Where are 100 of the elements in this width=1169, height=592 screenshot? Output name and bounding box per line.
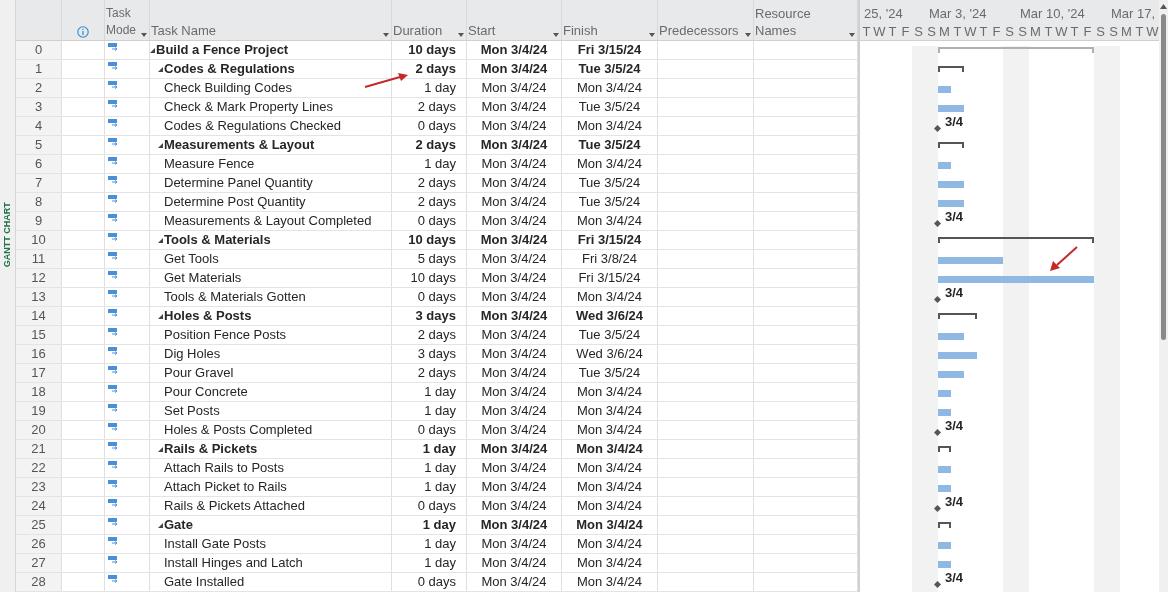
day-label: S xyxy=(1017,23,1028,41)
collapse-icon[interactable] xyxy=(158,446,163,452)
task-mode-icon xyxy=(108,423,119,431)
table-cell-text: 1 day xyxy=(424,459,456,478)
milestone-label: 3/4 xyxy=(945,418,964,433)
task-mode-icon xyxy=(108,62,119,70)
day-label: W xyxy=(1055,23,1068,41)
table-cell-text: Mon 3/4/24 xyxy=(576,117,642,136)
table-cell-text: Mon 3/4/24 xyxy=(481,478,547,497)
table-cell-text: Tue 3/5/24 xyxy=(578,60,641,79)
task-bar[interactable] xyxy=(938,105,964,112)
dropdown-icon xyxy=(383,33,389,37)
table-cell-text: 2 days xyxy=(417,98,456,117)
milestone-label: 3/4 xyxy=(945,570,964,585)
task-mode-icon xyxy=(108,385,119,393)
project-summary-bar[interactable] xyxy=(938,47,1094,53)
table-cell-text: Fri 3/15/24 xyxy=(577,231,642,250)
column-header[interactable]: Task Name xyxy=(151,22,227,39)
info-icon xyxy=(77,26,89,38)
table-cell-text: Mon 3/4/24 xyxy=(480,516,548,535)
task-bar[interactable] xyxy=(938,181,964,188)
task-mode-icon xyxy=(108,100,119,108)
view-label: GANTT CHART xyxy=(1,201,14,270)
day-label: S xyxy=(926,23,937,41)
day-label: M xyxy=(938,23,951,41)
task-bar[interactable] xyxy=(938,276,1094,283)
task-name: Pour Concrete xyxy=(164,383,248,402)
collapse-icon[interactable] xyxy=(150,47,155,53)
table-cell-text: 10 days xyxy=(408,231,456,250)
scrollbar-thumb[interactable] xyxy=(1161,14,1166,340)
task-bar[interactable] xyxy=(938,409,951,416)
table-cell-text: 10 days xyxy=(410,269,456,288)
day-label: F xyxy=(900,23,911,41)
task-mode-icon xyxy=(108,347,119,355)
summary-bar[interactable] xyxy=(938,522,951,528)
week-label: Mar 17, xyxy=(1111,5,1156,23)
table-cell-text: Mon 3/4/24 xyxy=(481,174,547,193)
day-label: S xyxy=(1108,23,1119,41)
day-label: S xyxy=(913,23,924,41)
summary-bar[interactable] xyxy=(938,446,951,452)
table-cell-text: 0 days xyxy=(417,288,456,307)
task-mode-icon xyxy=(108,119,119,127)
table-cell-text: Fri 3/15/24 xyxy=(577,41,642,60)
column-header[interactable]: Task Mode xyxy=(106,5,148,39)
task-name: Tools & Materials Gotten xyxy=(164,288,306,307)
task-bar[interactable] xyxy=(938,162,951,169)
task-name: Dig Holes xyxy=(164,345,221,364)
dropdown-icon xyxy=(745,33,751,37)
table-cell-text: Tue 3/5/24 xyxy=(578,174,641,193)
column-header[interactable]: Duration xyxy=(393,22,453,39)
task-bar[interactable] xyxy=(938,390,951,397)
table-cell-text: Tue 3/5/24 xyxy=(578,136,641,155)
table-cell-text: Mon 3/4/24 xyxy=(576,459,642,478)
task-bar[interactable] xyxy=(938,333,964,340)
task-mode-icon xyxy=(108,442,119,450)
day-label: T xyxy=(861,23,872,41)
task-bar[interactable] xyxy=(938,200,964,207)
task-bar[interactable] xyxy=(938,542,951,549)
column-header[interactable]: Finish xyxy=(563,22,608,39)
table-cell-text: Mon 3/4/24 xyxy=(481,345,547,364)
summary-bar[interactable] xyxy=(938,313,977,319)
task-bar[interactable] xyxy=(938,352,977,359)
column-header[interactable]: Resource Names xyxy=(755,5,856,39)
milestone-label: 3/4 xyxy=(945,209,964,224)
column-header[interactable]: Predecessors xyxy=(659,22,749,39)
task-mode-icon xyxy=(108,81,119,89)
table-cell-text: Mon 3/4/24 xyxy=(576,554,642,573)
collapse-icon[interactable] xyxy=(158,142,163,148)
summary-bar[interactable] xyxy=(938,66,964,72)
task-bar[interactable] xyxy=(938,561,951,568)
summary-bar[interactable] xyxy=(938,142,964,148)
table-cell-text: 3 days xyxy=(415,307,456,326)
table-cell-text: Mon 3/4/24 xyxy=(481,193,547,212)
task-name: Position Fence Posts xyxy=(164,326,287,345)
table-cell-text: Wed 3/6/24 xyxy=(576,307,643,326)
column-header[interactable]: Start xyxy=(468,22,506,39)
task-bar[interactable] xyxy=(938,371,964,378)
table-cell-text: 0 days xyxy=(417,117,456,136)
week-label: Mar 10, '24 xyxy=(1020,5,1085,23)
collapse-icon[interactable] xyxy=(158,522,163,528)
table-cell-text: Mon 3/4/24 xyxy=(576,516,643,535)
table-cell-text: 1 day xyxy=(424,79,456,98)
table-cell-text: 2 days xyxy=(417,193,456,212)
task-mode-icon xyxy=(108,138,119,146)
collapse-icon[interactable] xyxy=(158,66,163,72)
day-label: W xyxy=(964,23,977,41)
collapse-icon[interactable] xyxy=(158,237,163,243)
summary-bar[interactable] xyxy=(938,237,1094,243)
task-bar[interactable] xyxy=(938,257,1003,264)
milestone-label: 3/4 xyxy=(945,285,964,300)
scrollbar[interactable] xyxy=(1159,0,1168,592)
task-bar[interactable] xyxy=(938,466,951,473)
task-mode-icon xyxy=(108,176,119,184)
task-bar[interactable] xyxy=(938,86,951,93)
task-mode-icon xyxy=(108,214,119,222)
collapse-icon[interactable] xyxy=(158,313,163,319)
dropdown-icon xyxy=(553,33,559,37)
milestone-icon xyxy=(934,296,941,303)
task-bar[interactable] xyxy=(938,485,951,492)
task-name: Gate Installed xyxy=(164,573,245,592)
